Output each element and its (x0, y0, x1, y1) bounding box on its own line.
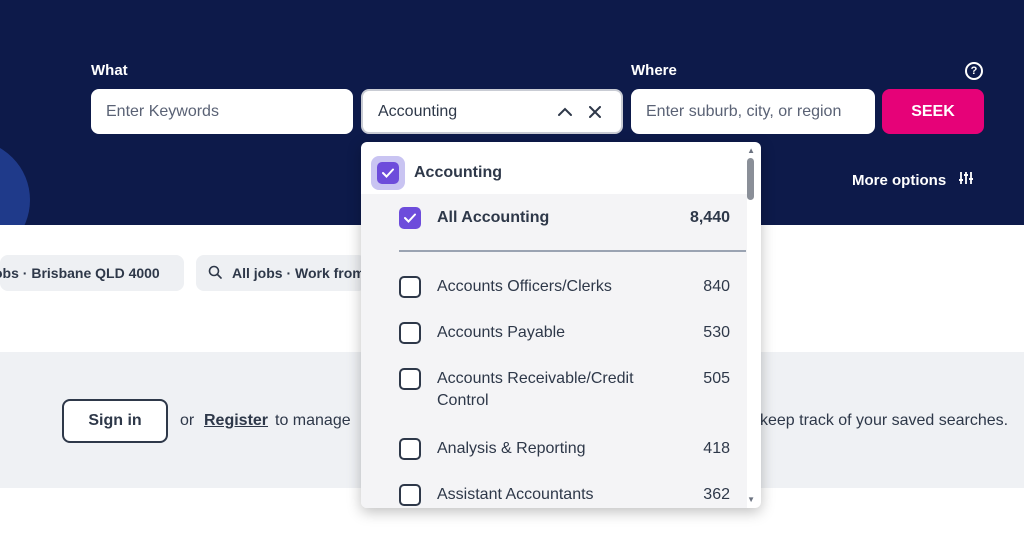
classification-value: Accounting (378, 102, 458, 120)
where-label: Where (631, 62, 677, 79)
what-label: What (91, 62, 128, 79)
decorative-arc (0, 140, 30, 225)
option-count: 362 (703, 486, 730, 503)
option-count: 530 (703, 324, 730, 341)
subclassification-option[interactable]: Accounts Payable 530 (399, 322, 730, 344)
close-icon[interactable] (584, 101, 606, 123)
or-text: or (180, 412, 195, 429)
tune-icon (958, 171, 974, 189)
checkbox[interactable] (399, 368, 421, 390)
checkbox[interactable] (399, 438, 421, 460)
scrollbar-thumb[interactable] (747, 158, 754, 200)
subclassification-option[interactable]: Assistant Accountants 362 (399, 484, 730, 506)
parent-classification-option[interactable]: Accounting (361, 152, 747, 194)
parent-option-label: Accounting (414, 164, 502, 181)
parent-checkbox[interactable] (371, 156, 405, 190)
page: What Where ? Enter Keywords Accounting E… (0, 0, 1024, 549)
option-label: Accounts Officers/Clerks (437, 278, 612, 295)
option-count: 418 (703, 440, 730, 457)
checkbox[interactable] (399, 322, 421, 344)
more-options-label: More options (852, 171, 947, 189)
subclassification-option[interactable]: Accounts Officers/Clerks 840 (399, 276, 730, 298)
subclassification-option-all[interactable]: All Accounting 8,440 (399, 207, 730, 229)
manage-text: to manage (275, 412, 351, 429)
scroll-down-icon[interactable]: ▼ (747, 495, 755, 504)
option-count: 8,440 (689, 209, 730, 226)
recent-search-label: All jobs · Work from (232, 265, 365, 281)
keep-track-text: keep track of your saved searches. (760, 412, 1009, 429)
option-label: All Accounting (437, 209, 550, 226)
keywords-placeholder: Enter Keywords (106, 102, 219, 120)
where-input[interactable]: Enter suburb, city, or region (631, 89, 875, 134)
option-label: Analysis & Reporting (437, 440, 586, 457)
help-icon[interactable]: ? (965, 62, 983, 80)
divider (399, 250, 746, 252)
option-label: Accounts Receivable/Credit Control (437, 370, 634, 409)
option-count: 840 (703, 278, 730, 295)
subclassification-option[interactable]: Accounts Receivable/Credit Control 505 (399, 368, 730, 412)
check-icon (377, 162, 399, 184)
option-count: 505 (703, 370, 730, 387)
subclassification-option[interactable]: Analysis & Reporting 418 (399, 438, 730, 460)
option-label: Accounts Payable (437, 324, 566, 341)
search-icon (208, 265, 222, 282)
dropdown-scrollbar[interactable]: ▲ ▼ (747, 142, 759, 508)
keywords-input[interactable]: Enter Keywords (91, 89, 353, 134)
recent-search-label: obs · Brisbane QLD 4000 (0, 265, 160, 281)
checkbox[interactable] (399, 484, 421, 506)
chevron-up-icon[interactable] (554, 101, 576, 123)
classification-select[interactable]: Accounting (361, 89, 623, 134)
seek-button[interactable]: SEEK (882, 89, 984, 134)
classification-dropdown[interactable]: Accounting All Accounting 8,440 Accounts… (361, 142, 761, 508)
subclassification-list: All Accounting 8,440 Accounts Officers/C… (361, 194, 747, 508)
scroll-up-icon[interactable]: ▲ (747, 146, 755, 155)
recent-search-chip[interactable]: obs · Brisbane QLD 4000 (0, 255, 184, 291)
more-options-button[interactable]: More options (852, 171, 974, 189)
recent-search-chip[interactable]: All jobs · Work from (196, 255, 366, 291)
where-placeholder: Enter suburb, city, or region (646, 102, 842, 120)
check-icon[interactable] (399, 207, 421, 229)
checkbox[interactable] (399, 276, 421, 298)
sign-in-button[interactable]: Sign in (62, 399, 168, 443)
register-link[interactable]: Register (204, 412, 268, 430)
option-label: Assistant Accountants (437, 486, 594, 503)
